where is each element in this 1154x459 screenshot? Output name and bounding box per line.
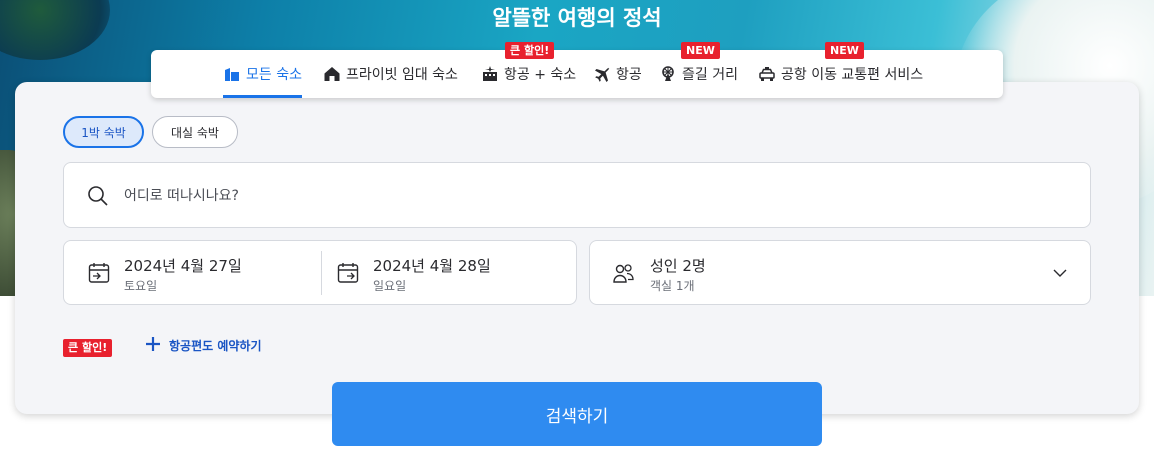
tab-label: 항공	[616, 67, 642, 83]
building-icon	[223, 65, 241, 83]
chevron-down-icon[interactable]	[1052, 265, 1068, 285]
house-icon	[323, 65, 341, 83]
tab-flights[interactable]: 항공	[593, 50, 642, 98]
tab-label: 항공 + 숙소	[504, 67, 577, 83]
calendar-checkout-icon	[337, 262, 359, 288]
calendar-checkin-icon	[88, 262, 110, 288]
tab-airport-transfer[interactable]: NEW 공항 이동 교통편 서비스	[758, 42, 924, 98]
day-use-stay-toggle[interactable]: 대실 숙박	[152, 116, 238, 148]
tab-label: 모든 숙소	[246, 67, 302, 83]
product-tabs: 모든 숙소 프라이빗 임대 숙소 큰 할인! 항공 + 숙소 항공 NEW 즐길…	[151, 42, 1003, 98]
search-icon	[86, 184, 110, 212]
tab-flight-hotel[interactable]: 큰 할인! 항공 + 숙소	[481, 42, 577, 98]
guests-icon	[612, 262, 636, 288]
search-button[interactable]: 검색하기	[332, 382, 822, 446]
sale-badge: 큰 할인!	[63, 339, 113, 357]
guests-rooms-selector[interactable]: 성인 2명 객실 1개	[589, 240, 1091, 305]
check-out-date[interactable]: 2024년 4월 28일 일요일	[313, 241, 578, 305]
date-range-picker: 2024년 4월 27일 토요일 2024년 4월 28일 일요일	[63, 240, 577, 305]
page-title: 알뜰한 여행의 정석	[492, 6, 662, 30]
one-night-stay-toggle[interactable]: 1박 숙박	[63, 116, 144, 148]
airplane-icon	[593, 65, 611, 83]
plus-icon	[145, 336, 161, 355]
guests-count: 성인 2명	[650, 257, 706, 275]
destination-search-field[interactable]: 어디로 떠나시나요?	[63, 162, 1091, 228]
check-out-day: 일요일	[373, 279, 407, 293]
rooms-count: 객실 1개	[650, 279, 695, 293]
check-out-date-value: 2024년 4월 28일	[373, 257, 491, 275]
tab-label: 프라이빗 임대 숙소	[346, 67, 458, 83]
search-panel: 1박 숙박 대실 숙박 어디로 떠나시나요? 2024년 4월 27일 토요일 …	[15, 82, 1139, 414]
tab-label: 즐길 거리	[682, 67, 738, 83]
sale-badge: 큰 할인!	[505, 42, 555, 59]
add-flight-label: 항공편도 예약하기	[169, 339, 262, 353]
search-input[interactable]: 어디로 떠나시나요?	[124, 185, 239, 205]
ferris-wheel-icon	[659, 65, 677, 83]
new-badge: NEW	[825, 42, 864, 59]
tab-private-rentals[interactable]: 프라이빗 임대 숙소	[323, 50, 458, 98]
tab-label: 공항 이동 교통편 서비스	[781, 67, 924, 83]
flight-hotel-icon	[481, 65, 499, 83]
add-flight-link[interactable]: 항공편도 예약하기	[145, 336, 262, 355]
tab-all-stays[interactable]: 모든 숙소	[223, 50, 302, 98]
tab-activities[interactable]: NEW 즐길 거리	[659, 42, 738, 98]
check-in-date-value: 2024년 4월 27일	[124, 257, 242, 275]
check-in-day: 토요일	[124, 279, 158, 293]
check-in-date[interactable]: 2024년 4월 27일 토요일	[64, 241, 321, 305]
new-badge: NEW	[681, 42, 720, 59]
taxi-icon	[758, 65, 776, 83]
